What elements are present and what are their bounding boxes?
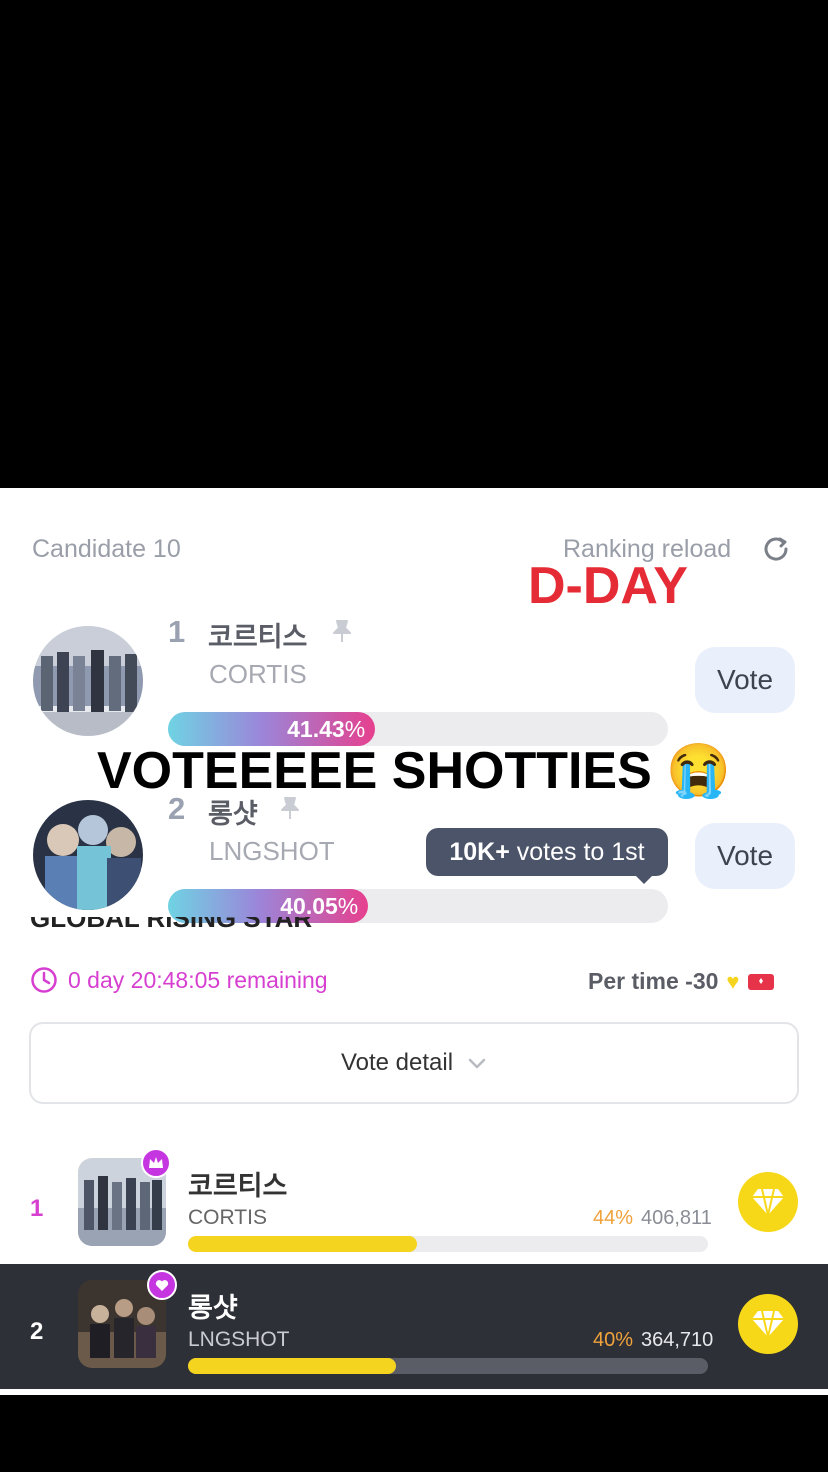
- candidate-1-name-kr: 코르티스: [208, 622, 308, 653]
- candidate-2-name-en: LNGSHOT: [209, 836, 335, 866]
- list-votes-1: 406,811: [641, 1207, 712, 1229]
- diamond-icon: [752, 1188, 784, 1216]
- candidate-count: Candidate 10: [32, 535, 181, 563]
- list-name-kr-2: 롱샷: [188, 1293, 238, 1324]
- candidate-1-vote-button[interactable]: Vote: [695, 647, 795, 713]
- list-rank-1: 1: [30, 1195, 44, 1222]
- list-fill-2: [188, 1358, 396, 1374]
- list-name-kr-1: 코르티스: [188, 1171, 288, 1202]
- pin-icon[interactable]: [328, 617, 356, 645]
- votes-to-first-tooltip: 10K+ votes to 1st: [426, 828, 668, 876]
- candidate-1-avatar: [33, 626, 143, 736]
- list-percent-1: 44%: [593, 1207, 634, 1229]
- list-name-en-1: CORTIS: [188, 1206, 267, 1229]
- candidate-2-avatar: [33, 800, 143, 910]
- list-percent-2: 40%: [593, 1329, 634, 1351]
- candidate-1-rank: 1: [168, 614, 186, 649]
- per-time-text: Per time -30: [588, 968, 719, 994]
- list-name-en-2: LNGSHOT: [188, 1328, 290, 1351]
- list-track-1: [188, 1236, 708, 1252]
- heart-icon: [147, 1270, 177, 1300]
- per-time: Per time -30 ♥: [588, 968, 775, 995]
- list-votes-2: 364,710: [641, 1329, 714, 1351]
- event-title: GLOBAL RISING STAR: [30, 917, 313, 933]
- list-fill-1: [188, 1236, 417, 1252]
- chevron-down-icon: [468, 1058, 486, 1069]
- list-vote-gem-button-2[interactable]: [738, 1294, 798, 1354]
- overlay-caption: VOTEEEEE SHOTTIES 😭: [97, 742, 731, 800]
- vote-detail-button[interactable]: Vote detail: [29, 1022, 799, 1104]
- reload-icon[interactable]: [760, 533, 792, 565]
- list-track-2: [188, 1358, 708, 1374]
- ticket-icon: [748, 973, 775, 990]
- time-remaining-text: 0 day 20:48:05 remaining: [68, 966, 328, 993]
- tooltip-tail: [634, 874, 654, 884]
- crown-icon: [141, 1148, 171, 1178]
- list-rank-2: 2: [30, 1318, 44, 1345]
- time-remaining: 0 day 20:48:05 remaining: [30, 966, 328, 994]
- yellow-heart-icon: ♥: [726, 968, 740, 994]
- candidate-2-vote-button[interactable]: Vote: [695, 823, 795, 889]
- vote-detail-label: Vote detail: [340, 1049, 454, 1076]
- clock-icon: [31, 967, 57, 993]
- diamond-icon: [752, 1310, 784, 1338]
- candidate-1-name-en: CORTIS: [209, 659, 307, 689]
- dday-sticker: D-DAY: [528, 557, 688, 615]
- list-vote-gem-button-1[interactable]: [738, 1172, 798, 1232]
